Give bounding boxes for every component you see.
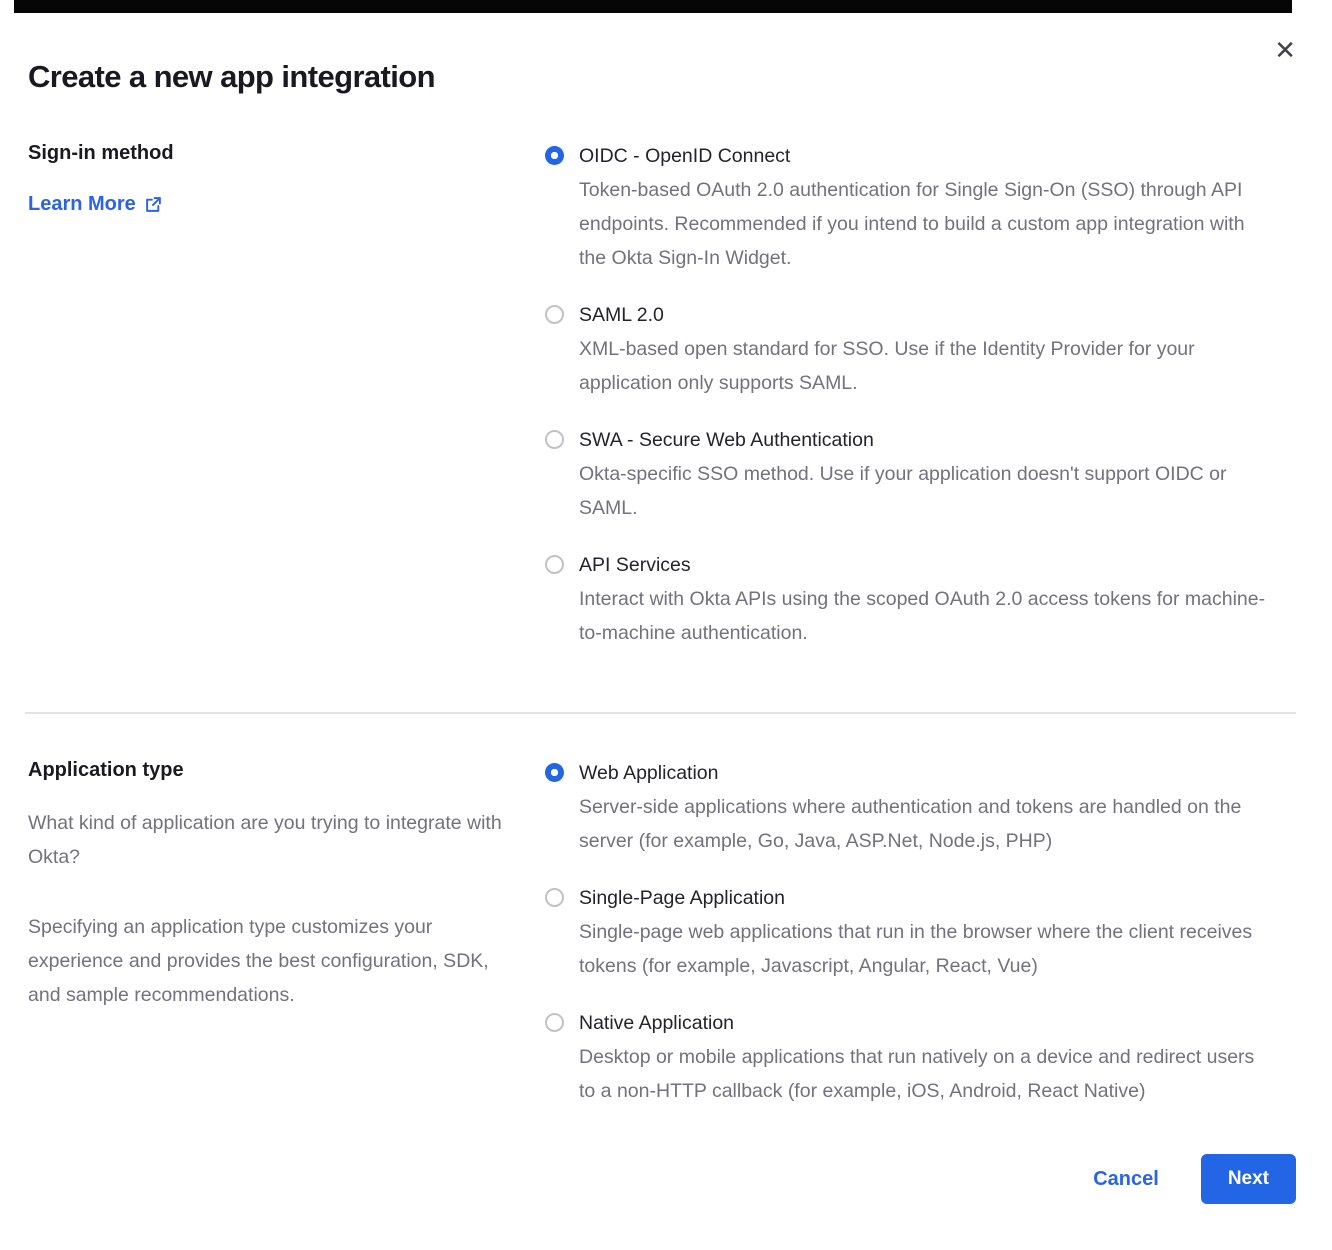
radio-option-single-page-application[interactable]: Single-Page Application Single-page web … [545,883,1269,983]
option-label: Web Application [579,758,1269,788]
application-type-note: Specifying an application type customize… [28,910,504,1012]
option-description: Token-based OAuth 2.0 authentication for… [579,173,1269,275]
option-label: OIDC - OpenID Connect [579,141,1269,171]
external-link-icon [145,196,162,213]
option-label: API Services [579,550,1269,580]
option-label: Native Application [579,1008,1269,1038]
option-description: Okta-specific SSO method. Use if your ap… [579,457,1269,525]
radio-button-icon[interactable] [545,305,564,324]
option-description: Single-page web applications that run in… [579,915,1269,983]
radio-option-api-services[interactable]: API Services Interact with Okta APIs usi… [545,550,1269,650]
radio-option-swa-secure-web-authentication[interactable]: SWA - Secure Web Authentication Okta-spe… [545,425,1269,525]
next-button[interactable]: Next [1201,1154,1296,1204]
dialog-title: Create a new app integration [28,59,1296,95]
radio-option-oidc-openid-connect[interactable]: OIDC - OpenID Connect Token-based OAuth … [545,141,1269,275]
create-app-integration-dialog: Create a new app integration Sign-in met… [0,0,1332,1250]
application-type-options: Web Application Server-side applications… [545,758,1269,1108]
option-label: SWA - Secure Web Authentication [579,425,1269,455]
option-label: SAML 2.0 [579,300,1269,330]
signin-method-label: Sign-in method [28,141,505,165]
application-type-section: Application type What kind of applicatio… [28,758,1296,1108]
radio-option-saml-2-0[interactable]: SAML 2.0 XML-based open standard for SSO… [545,300,1269,400]
cancel-button[interactable]: Cancel [1093,1168,1159,1191]
option-description: Desktop or mobile applications that run … [579,1040,1269,1108]
signin-method-section: Sign-in method Learn More OIDC - OpenID … [28,141,1296,650]
top-bar [14,0,1292,13]
option-description: Interact with Okta APIs using the scoped… [579,582,1269,650]
application-type-label: Application type [28,758,505,782]
radio-option-native-application[interactable]: Native Application Desktop or mobile app… [545,1008,1269,1108]
learn-more-label: Learn More [28,193,136,216]
option-description: Server-side applications where authentic… [579,790,1269,858]
application-type-question: What kind of application are you trying … [28,806,504,874]
radio-button-icon[interactable] [545,888,564,907]
radio-option-web-application[interactable]: Web Application Server-side applications… [545,758,1269,858]
section-divider [25,712,1296,714]
signin-method-options: OIDC - OpenID Connect Token-based OAuth … [545,141,1269,650]
option-label: Single-Page Application [579,883,1269,913]
learn-more-link[interactable]: Learn More [28,193,162,216]
close-button[interactable]: ✕ [1272,36,1298,66]
radio-button-icon[interactable] [545,555,564,574]
option-description: XML-based open standard for SSO. Use if … [579,332,1269,400]
radio-button-icon[interactable] [545,1013,564,1032]
radio-button-icon[interactable] [545,763,564,782]
radio-button-icon[interactable] [545,430,564,449]
radio-button-icon[interactable] [545,146,564,165]
close-icon: ✕ [1274,36,1296,66]
dialog-footer: Cancel Next [28,1154,1296,1250]
